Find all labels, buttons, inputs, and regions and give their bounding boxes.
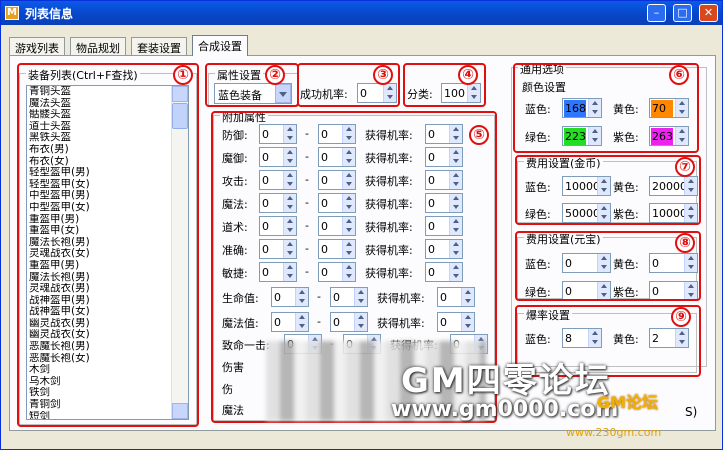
main-window: M 列表信息 – □ ✕ 游戏列表 物品规划 套装设置 合成设置 装备列表(Ct… <box>0 0 723 450</box>
marker-7: ⑦ <box>675 157 695 177</box>
close-button[interactable]: ✕ <box>699 4 718 22</box>
app-icon: M <box>5 6 19 20</box>
window-title: 列表信息 <box>25 7 74 21</box>
marker-9: ⑨ <box>671 307 691 327</box>
tab-item-plan[interactable]: 物品规划 <box>70 37 126 55</box>
watermark-logo: GM论坛 <box>597 393 659 412</box>
annotation-box-7 <box>515 155 701 225</box>
marker-5: ⑤ <box>469 125 489 145</box>
annotation-box-2 <box>205 63 299 107</box>
marker-3: ③ <box>373 65 393 85</box>
watermark-url: www.gm0000.com <box>391 397 619 422</box>
maximize-button[interactable]: □ <box>673 4 692 22</box>
marker-4: ④ <box>458 65 478 85</box>
title-bar[interactable]: M 列表信息 – □ ✕ <box>1 1 722 25</box>
minimize-button[interactable]: – <box>647 4 666 22</box>
watermark-title: GM四零论坛 <box>401 361 611 401</box>
marker-8: ⑧ <box>675 233 695 253</box>
tab-synthesis-settings[interactable]: 合成设置 <box>192 35 248 56</box>
tab-suit-settings[interactable]: 套装设置 <box>131 37 187 55</box>
partial-button-text[interactable]: S) <box>685 405 697 419</box>
watermark-url-2: www.230gm.com <box>566 426 662 439</box>
marker-2: ② <box>265 65 285 85</box>
marker-1: ① <box>173 65 193 85</box>
marker-6: ⑥ <box>669 65 689 85</box>
tab-game-list[interactable]: 游戏列表 <box>9 37 65 55</box>
annotation-box-1 <box>17 63 199 427</box>
annotation-box-8 <box>515 231 701 301</box>
